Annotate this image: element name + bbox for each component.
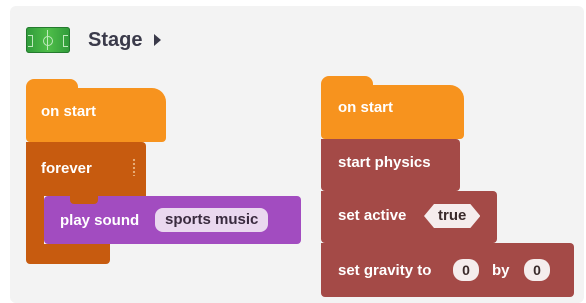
on-start-label: on start [41,103,97,120]
stage-header[interactable]: Stage [26,25,162,55]
set-gravity-block[interactable]: set gravity to 0 by 0 [321,243,574,297]
set-active-block[interactable]: set active true [321,191,497,243]
forever-foot [26,244,110,264]
gravity-y-input[interactable]: 0 [524,259,550,281]
sound-dropdown[interactable]: sports music [155,208,269,232]
gravity-x-input[interactable]: 0 [453,259,479,281]
forever-grip-handle[interactable] [132,158,136,176]
set-active-label: set active [338,207,407,224]
on-start-label: on start [338,99,394,116]
set-gravity-label: set gravity to [338,262,432,279]
caret-right-icon[interactable] [154,34,162,46]
soccer-field-icon [26,27,70,53]
stage-title: Stage [88,28,143,51]
left-on-start-block[interactable]: on start [26,88,166,142]
forever-label: forever [41,160,92,177]
start-physics-block[interactable]: start physics [321,139,460,191]
forever-block[interactable]: forever [26,142,146,196]
by-label: by [492,262,510,279]
play-sound-label: play sound [60,212,140,229]
play-sound-notch [70,196,98,204]
right-on-start-block[interactable]: on start [321,85,464,139]
start-physics-label: start physics [338,154,431,171]
active-boolean-input[interactable]: true [424,204,480,228]
forever-arm [26,195,44,245]
